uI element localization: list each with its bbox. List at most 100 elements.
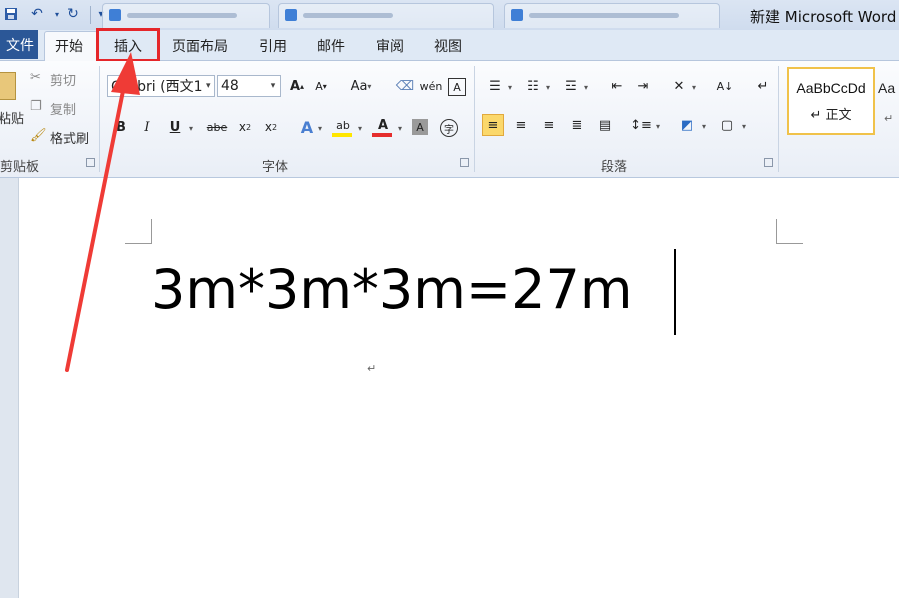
- strikethrough-icon[interactable]: abe: [204, 116, 230, 138]
- tab-view[interactable]: 视图: [434, 36, 462, 56]
- insert-tab-highlight-box: [96, 28, 160, 62]
- borders-icon[interactable]: ▢: [716, 114, 738, 136]
- doc-tab-3[interactable]: [504, 3, 720, 28]
- font-name-value: Calibri (西文1: [111, 79, 203, 95]
- redo-icon[interactable]: ↻: [64, 4, 82, 24]
- tab-home[interactable]: 开始: [55, 36, 83, 56]
- grow-font-icon[interactable]: A ▴: [286, 75, 308, 97]
- return-mark-icon: ↵: [884, 112, 894, 125]
- font-color-dropdown-icon[interactable]: ▾: [398, 124, 402, 133]
- blurred-text: [303, 13, 393, 18]
- copy-button[interactable]: 复制: [50, 99, 76, 118]
- bold-icon[interactable]: B: [110, 116, 132, 138]
- borders-dropdown-icon[interactable]: ▾: [742, 122, 746, 131]
- align-left-icon[interactable]: ≡: [482, 114, 504, 136]
- style-name-normal: ↵ 正文: [810, 107, 852, 123]
- chevron-down-icon[interactable]: ▾: [266, 81, 280, 91]
- italic-icon[interactable]: I: [136, 116, 158, 138]
- save-icon[interactable]: [2, 4, 20, 24]
- blurred-text: [529, 13, 679, 18]
- paragraph-mark-icon: ↵: [367, 362, 377, 375]
- numbering-dropdown-icon[interactable]: ▾: [546, 83, 550, 92]
- chinese-layout-icon[interactable]: ✕: [668, 75, 690, 97]
- distributed-icon[interactable]: ▤: [594, 114, 616, 136]
- font-group-label: 字体: [262, 160, 289, 175]
- highlight-color-swatch: [332, 133, 352, 137]
- font-color-swatch: [372, 133, 392, 137]
- group-divider: [474, 66, 475, 172]
- doc-tab-icon: [511, 9, 523, 21]
- doc-tab-icon: [285, 9, 297, 21]
- decrease-indent-icon[interactable]: ⇤: [606, 75, 628, 97]
- clipboard-group-label: 剪贴板: [0, 160, 40, 175]
- style-sample-text: AaBbCcDd: [796, 79, 866, 96]
- style-normal[interactable]: AaBbCcDd ↵ 正文: [787, 67, 875, 135]
- cut-button[interactable]: 剪切: [50, 70, 76, 89]
- font-size-combo[interactable]: 48 ▾: [217, 75, 281, 97]
- corner-mark-right: [776, 219, 803, 244]
- increase-indent-icon[interactable]: ⇥: [632, 75, 654, 97]
- tab-references[interactable]: 引用: [259, 36, 287, 56]
- numbering-icon[interactable]: ☷: [522, 75, 544, 97]
- line-spacing-icon[interactable]: ↕≡: [630, 114, 652, 136]
- bullets-dropdown-icon[interactable]: ▾: [508, 83, 512, 92]
- text-effects-icon[interactable]: A: [296, 116, 318, 138]
- shading-dropdown-icon[interactable]: ▾: [702, 122, 706, 131]
- character-shading-icon[interactable]: A: [412, 119, 428, 135]
- line-spacing-dropdown-icon[interactable]: ▾: [656, 122, 660, 131]
- font-name-combo[interactable]: Calibri (西文1 ▾: [107, 75, 215, 97]
- document-text[interactable]: 3m*3m*3m=27m: [151, 258, 632, 321]
- cut-icon[interactable]: ✂: [30, 70, 41, 85]
- align-center-icon[interactable]: ≡: [510, 114, 532, 136]
- chevron-down-icon[interactable]: ▾: [203, 81, 215, 91]
- format-painter-icon[interactable]: 🖌: [30, 128, 47, 143]
- shading-icon[interactable]: ◩: [676, 114, 698, 136]
- style-sample-next[interactable]: Aa: [878, 80, 895, 96]
- paragraph-launcher-icon[interactable]: [764, 158, 773, 167]
- justify-icon[interactable]: ≣: [566, 114, 588, 136]
- font-size-value: 48: [221, 78, 239, 94]
- underline-dropdown-icon[interactable]: ▾: [189, 124, 193, 133]
- text-cursor: [674, 249, 676, 335]
- clipboard-launcher-icon[interactable]: [86, 158, 95, 167]
- phonetic-guide-icon[interactable]: wén: [420, 75, 443, 97]
- paste-label[interactable]: 粘贴: [0, 108, 24, 127]
- underline-icon[interactable]: U: [164, 116, 186, 138]
- show-marks-icon[interactable]: ↵: [752, 75, 774, 97]
- multilevel-dropdown-icon[interactable]: ▾: [584, 83, 588, 92]
- copy-icon[interactable]: ❐: [30, 99, 42, 114]
- paragraph-group-label: 段落: [601, 160, 628, 175]
- blurred-text: [127, 13, 237, 18]
- clear-formatting-icon[interactable]: ⌫: [394, 75, 416, 97]
- sort-icon[interactable]: A↓: [714, 75, 736, 97]
- doc-tab-icon: [109, 9, 121, 21]
- group-divider: [99, 66, 100, 172]
- font-launcher-icon[interactable]: [460, 158, 469, 167]
- change-case-icon[interactable]: Aa ▾: [346, 75, 376, 97]
- group-divider: [778, 66, 779, 172]
- tab-review[interactable]: 审阅: [376, 36, 404, 56]
- align-right-icon[interactable]: ≡: [538, 114, 560, 136]
- bullets-icon[interactable]: ☰: [484, 75, 506, 97]
- text-effects-dropdown-icon[interactable]: ▾: [318, 124, 322, 133]
- subscript-icon[interactable]: x2: [234, 116, 256, 138]
- multilevel-list-icon[interactable]: ☲: [560, 75, 582, 97]
- doc-tab-1[interactable]: [102, 3, 270, 28]
- tab-page-layout[interactable]: 页面布局: [172, 36, 228, 56]
- corner-mark-left: [125, 219, 152, 244]
- doc-tab-2[interactable]: [278, 3, 494, 28]
- format-painter-button[interactable]: 格式刷: [50, 128, 89, 147]
- paste-icon[interactable]: [0, 72, 16, 100]
- highlight-dropdown-icon[interactable]: ▾: [358, 124, 362, 133]
- window-title: 新建 Microsoft Word: [750, 8, 897, 26]
- tab-mailings[interactable]: 邮件: [317, 36, 345, 56]
- character-border-icon[interactable]: A: [448, 78, 466, 96]
- superscript-icon[interactable]: x2: [260, 116, 282, 138]
- divider: [90, 6, 91, 24]
- tab-file[interactable]: 文件: [0, 30, 38, 59]
- left-ruler: [0, 178, 19, 598]
- shrink-font-icon[interactable]: A ▾: [310, 75, 332, 97]
- enclose-characters-icon[interactable]: 字: [440, 119, 458, 137]
- chinese-layout-dropdown-icon[interactable]: ▾: [692, 83, 696, 92]
- undo-icon[interactable]: ↶: [28, 4, 46, 24]
